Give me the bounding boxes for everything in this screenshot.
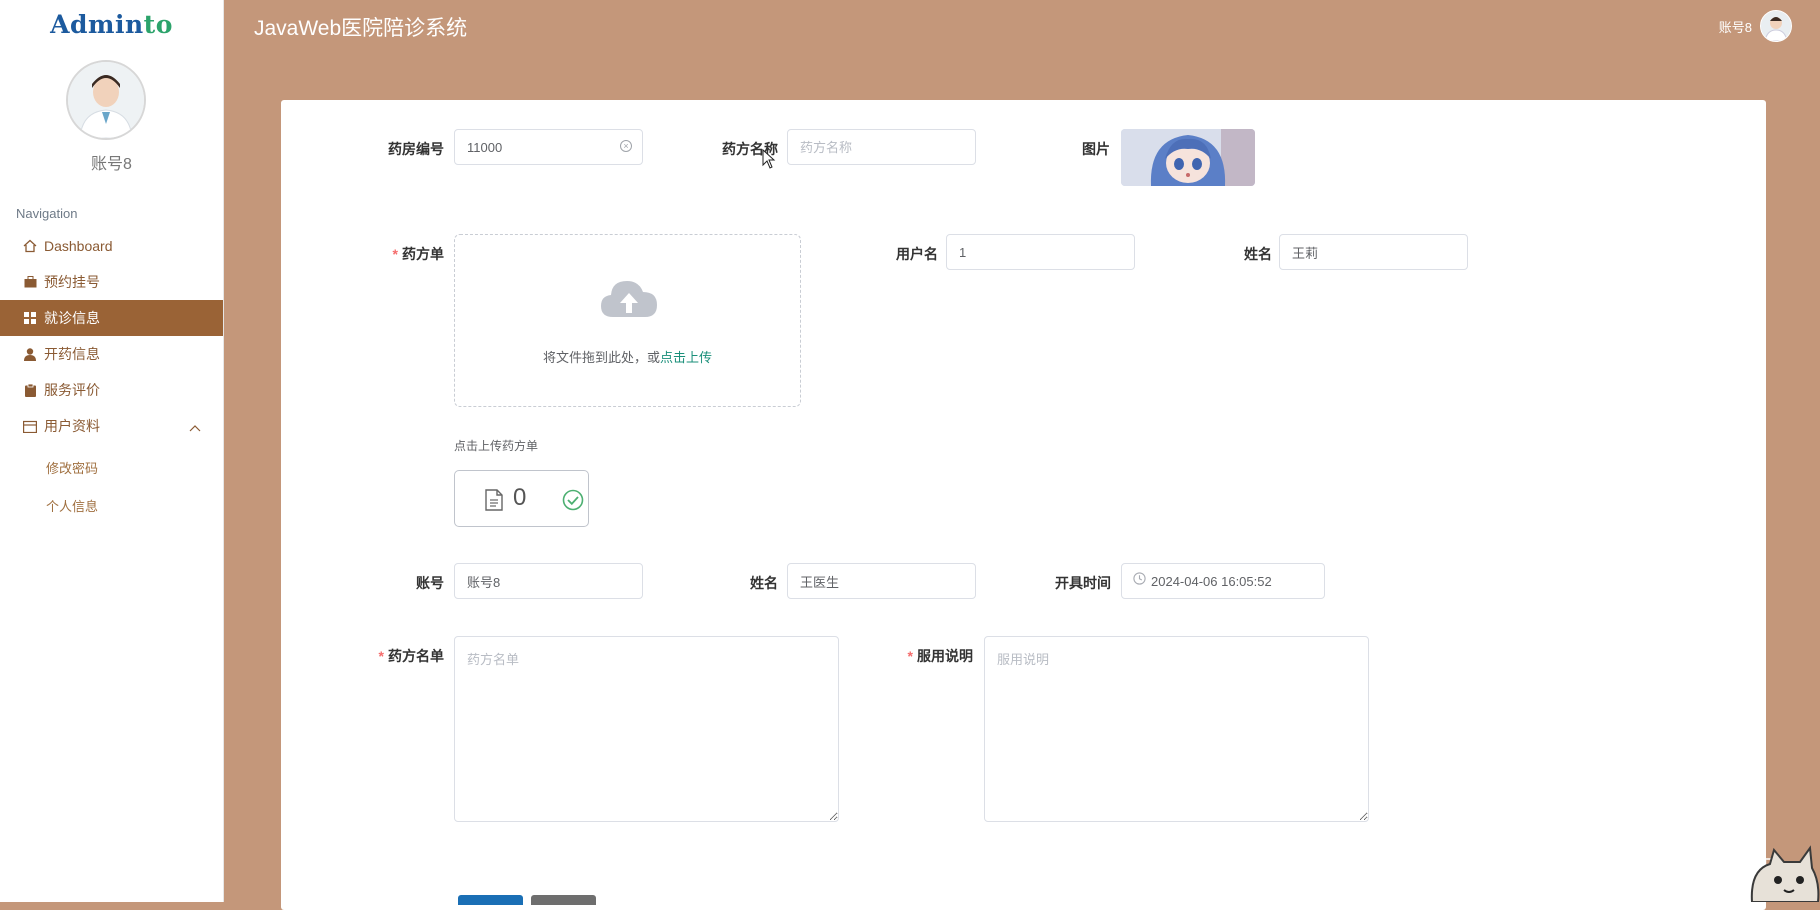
uploaded-file-item[interactable]: 0 [454,470,589,527]
user-icon [22,346,38,362]
sidebar-item-prescription[interactable]: 开药信息 [0,336,223,372]
sidebar-item-label: 用户资料 [44,418,100,434]
drug-list-textarea[interactable] [454,636,839,822]
account-input[interactable] [454,563,643,599]
mouse-cursor-icon [762,148,776,174]
username-input[interactable] [946,234,1135,270]
sidebar-subitem-personal-info[interactable]: 个人信息 [46,496,98,515]
home-icon [22,238,38,254]
grid-icon [22,310,38,326]
header-user-menu[interactable]: 账号8 [1719,10,1792,42]
doctor-name-label: 姓名 [750,575,778,591]
briefcase-icon [22,274,38,290]
click-upload-link[interactable]: 点击上传 [660,350,712,365]
prescription-image-thumbnail[interactable] [1121,129,1255,186]
sidebar-item-dashboard[interactable]: Dashboard [0,228,223,264]
usage-label: * 服用说明 [907,648,973,664]
clipboard-icon [22,382,38,398]
sidebar-item-visit-info[interactable]: 就诊信息 [0,300,223,336]
image-label: 图片 [1082,141,1110,157]
patient-name-input[interactable] [1279,234,1468,270]
pharmacy-no-input[interactable] [454,129,643,165]
header-username: 账号8 [1718,19,1752,35]
cat-sticker-icon [1744,842,1820,903]
app-title: JavaWeb医院陪诊系统 [254,17,468,40]
sidebar-subitem-change-password[interactable]: 修改密码 [46,458,98,477]
submit-button[interactable] [458,895,523,905]
sidebar-username: 账号8 [91,156,132,173]
account-label: 账号 [416,575,444,591]
prescription-upload-dropzone[interactable]: 将文件拖到此处，或点击上传 [454,234,801,407]
issue-time-label: 开具时间 [1055,575,1111,591]
sidebar-item-label: Dashboard [44,238,113,254]
required-mark: * [378,648,384,664]
sidebar-item-evaluation[interactable]: 服务评价 [0,372,223,408]
file-count: 0 [513,484,527,511]
issue-time-picker[interactable] [1121,563,1325,599]
patient-name-label: 姓名 [1244,246,1272,262]
clock-icon [1133,572,1146,590]
sidebar: Adminto 账号8 Navigation Dashboard 预约挂号 就诊… [0,0,224,902]
avatar [66,60,146,140]
check-circle-icon [562,489,584,516]
pharmacy-no-label: 药房编号 [388,141,444,157]
sidebar-item-user-profile[interactable]: 用户资料 [0,408,223,444]
doctor-name-input[interactable] [787,563,976,599]
calendar-icon [22,418,38,434]
upload-hint-text: 将文件拖到此处，或点击上传 [542,350,713,365]
prescription-name-input[interactable] [787,129,976,165]
header-avatar [1760,10,1792,42]
upload-tip: 点击上传药方单 [454,439,539,453]
sidebar-item-label: 预约挂号 [44,274,100,290]
prescription-label: * 药方单 [392,246,444,262]
nav-section-title: Navigation [16,206,78,221]
usage-textarea[interactable] [984,636,1369,822]
document-icon [485,489,503,516]
logo[interactable]: Adminto [0,10,223,39]
cloud-upload-icon [599,275,659,324]
username-label: 用户名 [896,246,938,262]
chevron-up-icon [189,419,201,435]
required-mark: * [907,648,913,664]
drug-list-label: * 药方名单 [378,648,444,664]
sidebar-item-label: 就诊信息 [44,310,100,326]
clear-icon[interactable]: × [620,140,632,152]
sidebar-item-label: 服务评价 [44,382,100,398]
sidebar-item-appointment[interactable]: 预约挂号 [0,264,223,300]
sidebar-item-label: 开药信息 [44,346,100,362]
required-mark: * [392,246,398,262]
cancel-button[interactable] [531,895,596,905]
